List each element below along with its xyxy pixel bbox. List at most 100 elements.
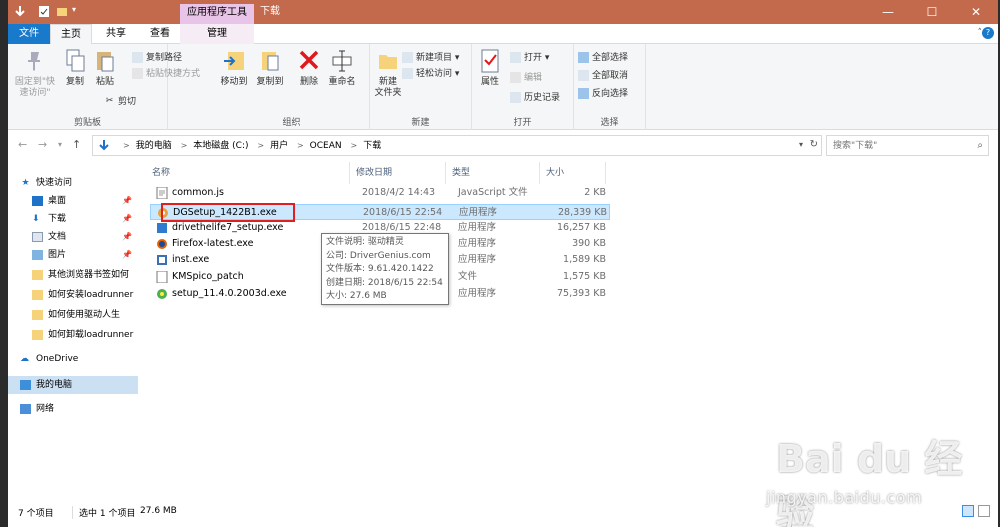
down-arrow-icon[interactable] <box>14 5 26 18</box>
address-row: ← → ▾ ↑ > 我的电脑 > 本地磁盘 (C:) > 用户 > OCEAN > 下载 … <box>8 130 998 160</box>
copy-button[interactable]: 复制 <box>62 48 88 88</box>
chevron-right-icon: > <box>257 141 265 150</box>
pin-icon: 📌 <box>122 214 132 223</box>
file-size: 75,393 KB <box>556 288 606 299</box>
scissors-icon: ✂ <box>105 96 114 106</box>
file-type: 应用程序 <box>458 254 497 265</box>
file-size: 28,339 KB <box>557 207 607 218</box>
file-name: KMSpico_patch <box>172 271 244 282</box>
copy-to-label: 复制到 <box>256 77 284 87</box>
history-button[interactable]: 历史记录 <box>510 90 560 106</box>
paste-label: 粘贴 <box>95 77 114 87</box>
nav-downloads[interactable]: ⬇ 下载 📌 <box>8 210 138 228</box>
file-name: common.js <box>172 187 224 198</box>
customize-toolbar-icon[interactable]: ▾ <box>72 5 76 14</box>
nav-onedrive[interactable]: ☁ OneDrive <box>8 350 138 368</box>
new-folder-icon[interactable] <box>56 5 68 18</box>
tab-home[interactable]: 主页 <box>50 24 92 45</box>
column-header-name[interactable]: 名称 <box>146 162 350 184</box>
tab-file[interactable]: 文件 <box>8 24 50 44</box>
recent-locations-icon[interactable]: ▾ <box>58 140 62 149</box>
copy-path-button[interactable]: 复制路径 <box>132 50 182 66</box>
back-arrow-icon[interactable]: ← <box>18 138 27 151</box>
file-date: 2018/4/2 14:43 <box>362 187 436 198</box>
nav-pictures[interactable]: 图片 📌 <box>8 246 138 264</box>
group-label-new: 新建 <box>411 118 430 128</box>
open-button[interactable]: 打开 ▾ <box>510 50 549 66</box>
file-row[interactable]: common.js 2018/4/2 14:43 JavaScript 文件 2… <box>150 185 610 201</box>
invert-selection-button[interactable]: 反向选择 <box>578 86 628 102</box>
crumb-local-disk[interactable]: 本地磁盘 (C:) <box>193 141 248 151</box>
ribbon-tabs: 文件 主页 共享 查看 管理 ˄ ? <box>8 24 998 45</box>
move-to-button[interactable]: 移动到 <box>218 48 250 88</box>
tab-view[interactable]: 查看 <box>140 24 180 44</box>
select-none-button[interactable]: 全部取消 <box>578 68 628 84</box>
column-header-type[interactable]: 类型 <box>446 162 540 184</box>
crumb-ocean[interactable]: OCEAN <box>310 141 342 151</box>
file-type: 应用程序 <box>459 207 498 218</box>
select-all-button[interactable]: 全部选择 <box>578 50 628 66</box>
nav-folder[interactable]: 其他浏览器书签如何 <box>8 266 138 284</box>
search-input[interactable] <box>827 136 957 155</box>
file-name: Firefox-latest.exe <box>172 238 254 249</box>
nav-quick-access[interactable]: ★ 快速访问 <box>8 174 138 192</box>
nav-label: 我的电脑 <box>36 380 73 390</box>
nav-network[interactable]: 网络 <box>8 400 138 418</box>
nav-folder[interactable]: 如何卸载loadrunner <box>8 326 138 344</box>
new-folder-label: 新建 文件夹 <box>374 77 402 98</box>
close-button[interactable]: ✕ <box>954 0 998 24</box>
nav-this-pc[interactable]: 我的电脑 <box>8 376 138 394</box>
nav-label: 如何卸载loadrunner <box>48 330 134 340</box>
folder-icon <box>379 55 397 69</box>
item-count: 7 个项目 <box>18 509 54 519</box>
watermark-brand: Bai du 经验 <box>776 437 963 527</box>
delete-x-icon <box>299 50 319 70</box>
nav-documents[interactable]: 文档 📌 <box>8 228 138 246</box>
tooltip-created: 创建日期: 2018/6/15 22:54 <box>326 277 443 288</box>
delete-button[interactable]: 删除 <box>296 48 322 88</box>
nav-folder[interactable]: 如何安装loadrunner <box>8 286 138 304</box>
nav-folder[interactable]: 如何使用驱动人生 <box>8 306 138 324</box>
open-icon <box>510 52 521 63</box>
nav-label: 桌面 <box>48 196 67 206</box>
new-item-button[interactable]: 新建项目 ▾ <box>402 50 459 66</box>
tab-manage[interactable]: 管理 <box>180 24 254 44</box>
tab-share[interactable]: 共享 <box>96 24 136 44</box>
column-header-date[interactable]: 修改日期 <box>350 162 446 184</box>
group-label-select: 选择 <box>600 118 619 128</box>
group-open: 属性 打开 ▾ 编辑 历史记录 打开 <box>472 44 574 130</box>
exe-icon <box>157 255 167 265</box>
paste-button[interactable]: 粘贴 <box>92 48 118 88</box>
refresh-icon[interactable]: ↻ <box>810 139 818 150</box>
cloud-icon: ☁ <box>20 353 29 364</box>
crumb-downloads[interactable]: 下载 <box>363 141 381 151</box>
exe-icon <box>157 223 167 233</box>
search-box[interactable]: ⌕ <box>826 135 989 156</box>
new-folder-button[interactable]: 新建 文件夹 <box>372 48 404 99</box>
crumb-this-pc[interactable]: 我的电脑 <box>136 141 172 151</box>
crumb-users[interactable]: 用户 <box>270 141 288 151</box>
maximize-button[interactable]: ☐ <box>910 0 954 24</box>
properties-check-icon[interactable] <box>38 5 50 18</box>
column-header-size[interactable]: 大小 <box>540 162 606 184</box>
minimize-button[interactable]: — <box>866 0 910 24</box>
cut-button[interactable]: ✂ 剪切 <box>104 94 136 110</box>
file-type: 应用程序 <box>458 222 497 233</box>
help-icon[interactable]: ? <box>982 27 994 39</box>
rename-button[interactable]: 重命名 <box>326 48 358 88</box>
star-icon: ★ <box>21 177 30 188</box>
address-dropdown-icon[interactable]: ▾ <box>799 140 803 149</box>
nav-desktop[interactable]: 桌面 📌 <box>8 192 138 210</box>
tooltip-description: 文件说明: 驱动精灵 <box>326 237 404 247</box>
move-to-label: 移动到 <box>220 77 248 87</box>
file-type: 应用程序 <box>458 238 497 249</box>
edit-button[interactable]: 编辑 <box>510 70 542 86</box>
properties-button[interactable]: 属性 <box>476 48 504 88</box>
address-bar[interactable]: > 我的电脑 > 本地磁盘 (C:) > 用户 > OCEAN > 下载 ▾ ↻ <box>92 135 822 156</box>
paste-shortcut-button[interactable]: 粘贴快捷方式 <box>132 66 200 82</box>
easy-access-button[interactable]: 轻松访问 ▾ <box>402 66 459 82</box>
pin-quick-access-button[interactable]: 固定到"快 速访问" <box>12 48 58 99</box>
copy-to-button[interactable]: 复制到 <box>254 48 286 88</box>
forward-arrow-icon[interactable]: → <box>38 138 47 151</box>
up-arrow-icon[interactable]: ↑ <box>72 138 81 151</box>
